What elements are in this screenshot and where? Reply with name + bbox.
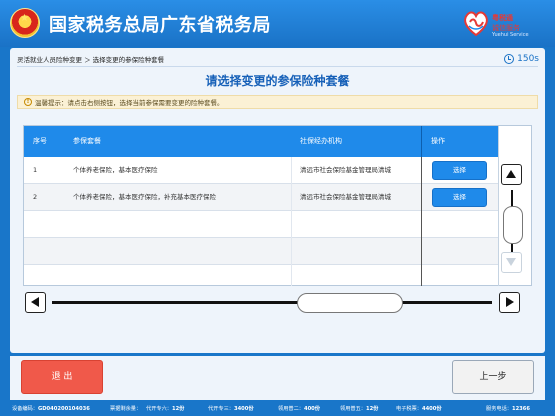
row-agency: 清远市社会保险基金管理局清城 <box>300 193 391 201</box>
stock-item4: 领用普五：12份 <box>340 405 378 412</box>
item3-label: 领用普二： <box>278 406 304 412</box>
arrow-right-icon <box>506 297 514 307</box>
org-title: 国家税务总局广东省税务局 <box>49 15 271 36</box>
app-header: 国家税务总局广东省税务局 粤税通 诚信服务 Yuehui Service <box>0 0 555 47</box>
action-bar: 退 出 上一步 <box>10 356 545 400</box>
scroll-thumb[interactable] <box>503 206 523 244</box>
column-divider <box>498 157 499 286</box>
status-bar: 设备编码：GD040200104036 票据剩余量： 代开专六：12份 代开专三… <box>0 401 555 416</box>
scroll-right-button[interactable] <box>499 292 520 313</box>
exit-button[interactable]: 退 出 <box>21 360 103 394</box>
header-action: 操作 <box>421 126 498 157</box>
emblem-icon <box>10 8 40 38</box>
info-icon: ! <box>24 98 32 106</box>
timer-value: 150s <box>517 54 539 64</box>
arrow-up-icon <box>506 170 516 178</box>
table-row[interactable]: 1 个体养老保险，基本医疗保险 清远市社会保险基金管理局清城 选择 <box>24 157 498 184</box>
logo-line1: 粤税通 <box>492 14 513 22</box>
stock-item1: 代开专六：12份 <box>146 405 184 412</box>
empty-row <box>24 238 498 265</box>
scroll-left-button[interactable] <box>25 292 46 313</box>
notice-text: 温馨提示：请点击右侧按钮，选择当前参保需要变更的险种套餐。 <box>35 99 224 107</box>
vertical-scrollbar[interactable] <box>501 164 525 282</box>
empty-cell <box>421 265 498 286</box>
empty-cell <box>421 238 498 265</box>
service-phone: 服务电话：12366 <box>486 405 530 412</box>
row-index: 1 <box>33 166 38 174</box>
hscroll-thumb[interactable] <box>297 293 403 313</box>
header-blank <box>498 126 531 157</box>
service-logo: 粤税通 诚信服务 Yuehui Service <box>461 6 543 42</box>
phone-label: 服务电话： <box>486 406 512 412</box>
arrow-left-icon <box>31 297 39 307</box>
header-package: 参保套餐 <box>73 137 101 145</box>
clock-icon <box>504 54 515 64</box>
select-button[interactable]: 选择 <box>432 188 487 207</box>
item2-label: 代开专三： <box>208 406 234 412</box>
row-package: 个体养老保险，基本医疗保险，补充基本医疗保险 <box>73 193 216 201</box>
stock-item2: 代开专三：3400份 <box>208 405 254 412</box>
arrow-down-icon <box>506 258 516 266</box>
hscroll-track[interactable] <box>52 301 492 304</box>
device-value: GD040200104036 <box>37 406 90 412</box>
device-label: 设备编码： <box>12 406 38 412</box>
header-index: 序号 <box>33 137 47 145</box>
empty-row <box>24 265 498 286</box>
item2-value: 3400份 <box>233 406 254 412</box>
item4-label: 领用普五： <box>340 406 366 412</box>
row-agency: 清远市社会保险基金管理局清城 <box>300 166 391 174</box>
horizontal-scrollbar[interactable] <box>25 292 522 314</box>
scroll-down-button[interactable] <box>501 252 522 273</box>
table-row[interactable]: 2 个体养老保险，基本医疗保险，补充基本医疗保险 清远市社会保险基金管理局清城 … <box>24 184 498 211</box>
select-button[interactable]: 选择 <box>432 161 487 180</box>
notice-bar: ! 温馨提示：请点击右侧按钮，选择当前参保需要变更的险种套餐。 <box>17 95 538 109</box>
item5-value: 4400份 <box>421 406 442 412</box>
stock-item5: 电子税票：4400份 <box>396 405 442 412</box>
column-divider <box>291 157 292 286</box>
scroll-up-button[interactable] <box>501 164 522 185</box>
stock-label: 票据剩余量： <box>110 406 142 412</box>
page-title: 请选择变更的参保险种套餐 <box>205 74 350 88</box>
row-action-cell: 选择 <box>421 157 498 184</box>
row-action-cell: 选择 <box>421 184 498 211</box>
logo-line3: Yuehui Service <box>492 32 529 38</box>
heart-logo-icon <box>464 11 488 37</box>
empty-cell <box>421 211 498 238</box>
countdown-timer: 150s <box>504 52 539 66</box>
table-header: 序号 参保套餐 社保经办机构 操作 <box>24 126 498 157</box>
package-table: 序号 参保套餐 社保经办机构 操作 1 个体养老保险，基本医疗保险 清远市社会保… <box>23 125 532 286</box>
device-info: 设备编码：GD040200104036 <box>12 405 90 412</box>
breadcrumb: 灵活就业人员险种变更 ＞ 选择变更的参保险种套餐 <box>17 56 165 64</box>
back-button[interactable]: 上一步 <box>452 360 534 394</box>
row-package: 个体养老保险，基本医疗保险 <box>73 166 158 174</box>
row-index: 2 <box>33 193 38 201</box>
item4-value: 12份 <box>365 406 379 412</box>
item3-value: 400份 <box>303 406 320 412</box>
header-agency: 社保经办机构 <box>300 137 342 145</box>
item1-value: 12份 <box>171 406 185 412</box>
stock-item3: 领用普二：400份 <box>278 405 320 412</box>
phone-value: 12366 <box>511 406 531 412</box>
empty-row <box>24 211 498 238</box>
divider <box>17 66 538 67</box>
main-panel: 灵活就业人员险种变更 ＞ 选择变更的参保险种套餐 150s 请选择变更的参保险种… <box>10 48 545 353</box>
item1-label: 代开专六： <box>146 406 172 412</box>
item5-label: 电子税票： <box>396 406 422 412</box>
